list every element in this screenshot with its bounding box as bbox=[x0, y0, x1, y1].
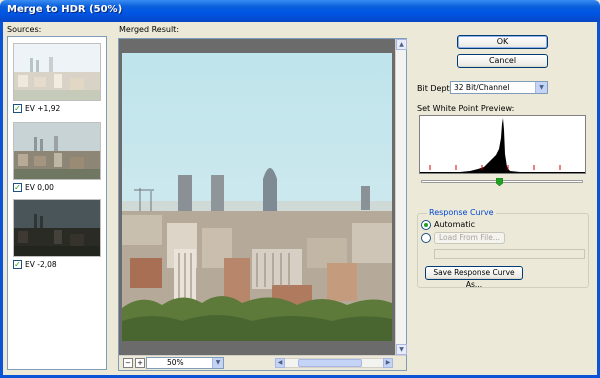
source-item-2: ✓ EV 0,00 bbox=[13, 183, 54, 192]
sources-label: Sources: bbox=[7, 25, 42, 34]
horizontal-scroll-thumb[interactable] bbox=[298, 359, 362, 367]
source-checkbox-3[interactable]: ✓ bbox=[13, 260, 22, 269]
source-item-3: ✓ EV -2,08 bbox=[13, 260, 57, 269]
white-point-slider-thumb[interactable] bbox=[496, 178, 503, 186]
bit-depth-value: 32 Bit/Channel bbox=[454, 83, 510, 92]
white-point-label: Set White Point Preview: bbox=[417, 104, 515, 113]
merged-result-label: Merged Result: bbox=[119, 25, 180, 34]
chevron-down-icon[interactable]: ▼ bbox=[212, 358, 223, 368]
scroll-down-arrow-icon[interactable]: ▼ bbox=[396, 344, 407, 355]
histogram bbox=[419, 115, 586, 174]
source-caption-2: EV 0,00 bbox=[25, 183, 54, 192]
zoom-in-button[interactable]: + bbox=[135, 358, 145, 368]
automatic-radio[interactable] bbox=[421, 220, 431, 230]
title-bar: Merge to HDR (50%) bbox=[0, 0, 600, 22]
merged-preview-image bbox=[122, 53, 392, 341]
horizontal-scrollbar[interactable]: ◀ ▶ bbox=[275, 358, 393, 368]
scroll-left-arrow-icon[interactable]: ◀ bbox=[275, 358, 285, 368]
source-caption-3: EV -2,08 bbox=[25, 260, 57, 269]
automatic-label: Automatic bbox=[434, 220, 476, 229]
chevron-down-icon[interactable]: ▼ bbox=[535, 82, 547, 93]
load-from-file-radio[interactable] bbox=[421, 233, 431, 243]
merged-result-canvas[interactable] bbox=[119, 39, 395, 355]
source-checkbox-2[interactable]: ✓ bbox=[13, 183, 22, 192]
scroll-up-arrow-icon[interactable]: ▲ bbox=[396, 39, 407, 50]
source-thumbnail-dark[interactable] bbox=[13, 199, 101, 257]
source-checkbox-1[interactable]: ✓ bbox=[13, 104, 22, 113]
scroll-right-arrow-icon[interactable]: ▶ bbox=[383, 358, 393, 368]
source-caption-1: EV +1,92 bbox=[25, 104, 61, 113]
bit-depth-select[interactable]: 32 Bit/Channel ▼ bbox=[450, 81, 548, 94]
window-title: Merge to HDR (50%) bbox=[7, 4, 123, 15]
sources-panel[interactable]: ✓ EV +1,92 ✓ EV 0,00 ✓ EV -2,08 bbox=[7, 36, 107, 370]
load-from-file-button[interactable]: Load From File... bbox=[434, 232, 505, 244]
save-response-curve-button[interactable]: Save Response Curve As... bbox=[425, 266, 523, 289]
cancel-button[interactable]: Cancel bbox=[457, 54, 548, 68]
response-curve-title: Response Curve bbox=[427, 208, 496, 217]
vertical-scrollbar[interactable]: ▲ ▼ bbox=[395, 39, 407, 355]
source-thumbnail-bright[interactable] bbox=[13, 43, 101, 101]
zoom-out-button[interactable]: − bbox=[123, 358, 133, 368]
response-curve-file-field bbox=[434, 249, 585, 259]
zoom-level-value: 50% bbox=[167, 358, 184, 367]
source-item-1: ✓ EV +1,92 bbox=[13, 104, 60, 113]
ok-button[interactable]: OK bbox=[457, 35, 548, 49]
source-thumbnail-normal[interactable] bbox=[13, 122, 101, 180]
window-border-left bbox=[0, 22, 3, 378]
zoom-level-select[interactable]: 50% ▼ bbox=[146, 357, 224, 369]
merged-status-bar: − + 50% ▼ ◀ ▶ bbox=[119, 356, 406, 370]
